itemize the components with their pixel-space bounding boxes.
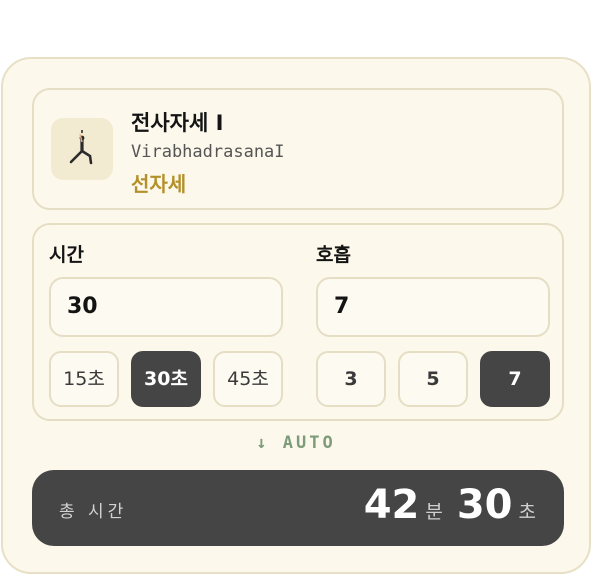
total-time-bar: 총 시간 42 분 30 초 — [32, 470, 564, 546]
auto-indicator: ↓ AUTO — [256, 433, 336, 453]
breath-input[interactable]: 7 — [316, 277, 550, 337]
pose-name: 전사자세 I — [131, 111, 224, 135]
settings-panel: 시간 30 15초 30초 45초 호흡 7 3 5 7 — [32, 223, 564, 421]
warrior-pose-icon — [69, 130, 93, 165]
breath-option-7[interactable]: 7 — [480, 351, 550, 407]
pose-card: 전사자세 I VirabhadrasanaI 선자세 시간 30 15초 30초… — [1, 57, 591, 574]
breath-option-3[interactable]: 3 — [316, 351, 386, 407]
pose-sanskrit-name: VirabhadrasanaI — [131, 142, 285, 162]
duration-label: 시간 — [49, 244, 84, 266]
total-time-value: 42 분 30 초 — [364, 482, 536, 528]
minutes-unit: 분 — [425, 501, 443, 523]
duration-option-15[interactable]: 15초 — [49, 351, 119, 407]
seconds-unit: 초 — [518, 501, 536, 523]
pose-thumbnail — [51, 118, 113, 180]
breath-option-5[interactable]: 5 — [398, 351, 468, 407]
duration-option-45[interactable]: 45초 — [213, 351, 283, 407]
total-seconds: 30 — [456, 482, 513, 528]
total-time-label: 총 시간 — [59, 502, 128, 522]
total-minutes: 42 — [363, 482, 420, 528]
pose-header: 전사자세 I VirabhadrasanaI 선자세 — [32, 88, 564, 210]
duration-input[interactable]: 30 — [49, 277, 283, 337]
duration-option-30[interactable]: 30초 — [131, 351, 201, 407]
pose-category: 선자세 — [131, 172, 187, 196]
breath-label: 호흡 — [316, 244, 351, 266]
